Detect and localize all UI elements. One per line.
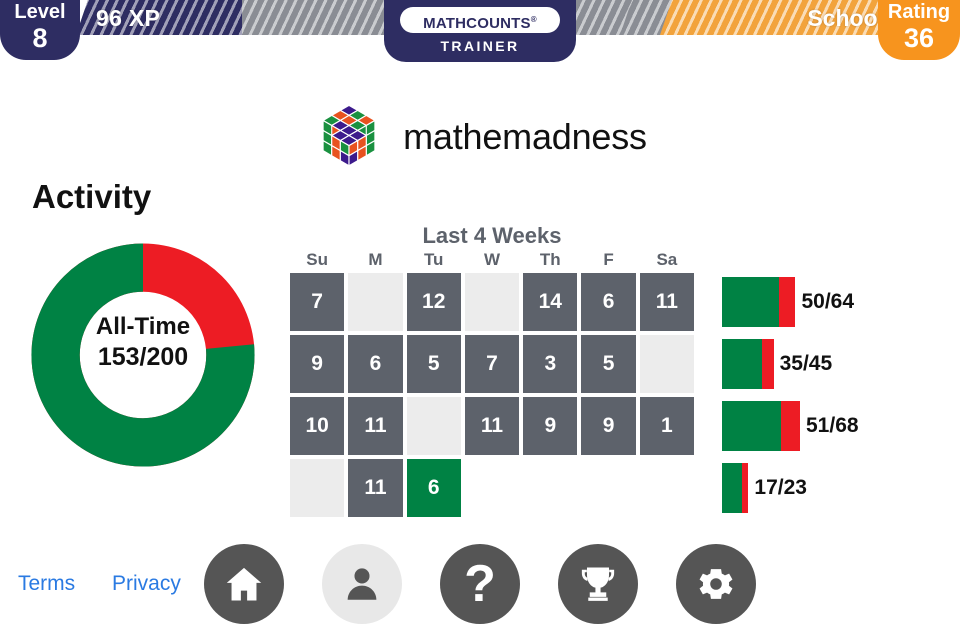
calendar-day-cell[interactable]: 7: [290, 273, 345, 331]
top-status-bar: 96 XP School Level 8 Rating 36 MATHCOUNT…: [0, 0, 960, 72]
profile-button[interactable]: [322, 544, 402, 624]
trophy-icon: [581, 567, 615, 601]
week-summary-label: 35/45: [779, 352, 833, 375]
calendar-day-cell: [581, 459, 635, 517]
calendar-day-cell: [523, 459, 577, 517]
week-progress-bar: [722, 339, 774, 389]
week-progress-bar: [722, 277, 796, 327]
settings-button[interactable]: [676, 544, 756, 624]
footer-bar: Terms Privacy ?: [0, 540, 960, 640]
calendar-day-cell[interactable]: [406, 397, 461, 455]
week-incorrect-segment: [741, 463, 749, 513]
profile-icon: [347, 568, 377, 600]
home-icon: [226, 567, 262, 601]
isometric-cube-avatar-icon: [322, 104, 377, 167]
calendar-day-headers: Su M Tu W Th F Sa: [290, 250, 694, 270]
terms-link[interactable]: Terms: [18, 572, 75, 596]
rating-badge-value: 36: [903, 23, 935, 53]
calendar-day-cell[interactable]: 11: [639, 273, 694, 331]
week-summary-label: 17/23: [754, 476, 807, 499]
week-progress-bar: [722, 401, 800, 451]
calendar-grid: 7 12 14 6 11 9 6 5 7 3 5 10 11 11 9 9 1 11 6: [290, 273, 694, 517]
calendar-title: Last 4 Weeks: [422, 223, 562, 248]
calendar-day-cell: [640, 459, 694, 517]
week-correct-segment: [722, 401, 781, 451]
mathcounts-text: MATHCOUNTS: [423, 15, 531, 32]
calendar-day-cell[interactable]: 1: [639, 397, 694, 455]
mathcounts-wordmark: MATHCOUNTS®: [400, 7, 560, 33]
rating-badge: Rating 36: [878, 0, 960, 60]
week-summary-row: 51/68: [722, 397, 960, 455]
calendar-day-cell[interactable]: 6: [348, 335, 403, 393]
calendar-day-header: W: [483, 250, 501, 269]
week-progress-bar: [722, 463, 749, 513]
calendar-day-cell[interactable]: 3: [523, 335, 578, 393]
calendar-day-header: Th: [539, 250, 561, 269]
week-correct-segment: [722, 339, 763, 389]
user-identity-row: mathemadness: [0, 96, 960, 178]
calendar-day-cell[interactable]: 10: [290, 397, 345, 455]
week-incorrect-segment: [779, 277, 796, 327]
week-summary-label: 51/68: [806, 414, 859, 437]
home-button[interactable]: [204, 544, 284, 624]
week-correct-segment: [722, 277, 780, 327]
calendar-day-cell[interactable]: 9: [290, 335, 345, 393]
rating-badge-title: Rating: [887, 1, 951, 23]
weekly-summary-bars: 50/64 35/45 51/68 17/23: [722, 273, 960, 521]
donut-caption-value: 153/200: [97, 343, 189, 371]
calendar-day-cell[interactable]: 5: [581, 335, 636, 393]
calendar-day-cell[interactable]: 11: [348, 459, 403, 517]
level-badge-value: 8: [32, 23, 48, 53]
calendar-day-cell[interactable]: 6: [581, 273, 636, 331]
donut-caption-title: All-Time: [95, 313, 191, 340]
calendar-day-header: Sa: [656, 250, 678, 269]
week-correct-segment: [722, 463, 742, 513]
gear-icon: [699, 569, 733, 599]
calendar-day-cell[interactable]: 11: [464, 397, 520, 455]
calendar-day-cell[interactable]: [348, 273, 403, 331]
calendar-day-cell[interactable]: 5: [406, 335, 461, 393]
registered-mark: ®: [530, 15, 537, 24]
trainer-text: TRAINER: [440, 38, 520, 54]
activity-section-title: Activity: [32, 178, 152, 215]
calendar-day-cell[interactable]: 11: [348, 397, 403, 455]
all-time-donut-chart: All-Time 153/200: [28, 243, 258, 467]
donut-center-label: All-Time 153/200: [28, 312, 258, 372]
week-summary-row: 17/23: [722, 459, 960, 517]
level-badge: Level 8: [0, 0, 80, 60]
calendar-day-cell[interactable]: 9: [523, 397, 578, 455]
calendar-day-cell[interactable]: 12: [406, 273, 461, 331]
calendar-day-cell[interactable]: 6: [406, 459, 461, 517]
privacy-link[interactable]: Privacy: [112, 572, 181, 596]
calendar-day-cell[interactable]: [639, 335, 694, 393]
calendar-day-header: F: [603, 250, 614, 269]
calendar-day-cell[interactable]: 14: [523, 273, 578, 331]
trophy-button[interactable]: [558, 544, 638, 624]
calendar-day-cell[interactable]: 7: [464, 335, 520, 393]
calendar-day-cell: [465, 459, 519, 517]
level-badge-title: Level: [14, 1, 66, 23]
username: mathemadness: [403, 116, 647, 157]
app-root: 96 XP School Level 8 Rating 36 MATHCOUNT…: [0, 0, 960, 640]
week-incorrect-segment: [780, 401, 800, 451]
week-summary-row: 50/64: [722, 273, 960, 331]
week-summary-label: 50/64: [801, 290, 855, 313]
school-label: School: [807, 5, 884, 31]
calendar-day-cell[interactable]: [464, 273, 520, 331]
help-icon: ?: [464, 555, 496, 613]
mathcounts-trainer-logo[interactable]: MATHCOUNTS® TRAINER: [384, 0, 576, 62]
help-button[interactable]: ?: [440, 544, 520, 624]
week-incorrect-segment: [762, 339, 774, 389]
calendar-day-header: Su: [306, 250, 328, 269]
week-summary-row: 35/45: [722, 335, 960, 393]
calendar-day-header: Tu: [423, 250, 444, 269]
calendar-day-cell[interactable]: [290, 459, 345, 517]
calendar-day-header: M: [368, 250, 383, 269]
calendar-day-cell[interactable]: 9: [581, 397, 636, 455]
xp-label: 96 XP: [96, 5, 161, 31]
